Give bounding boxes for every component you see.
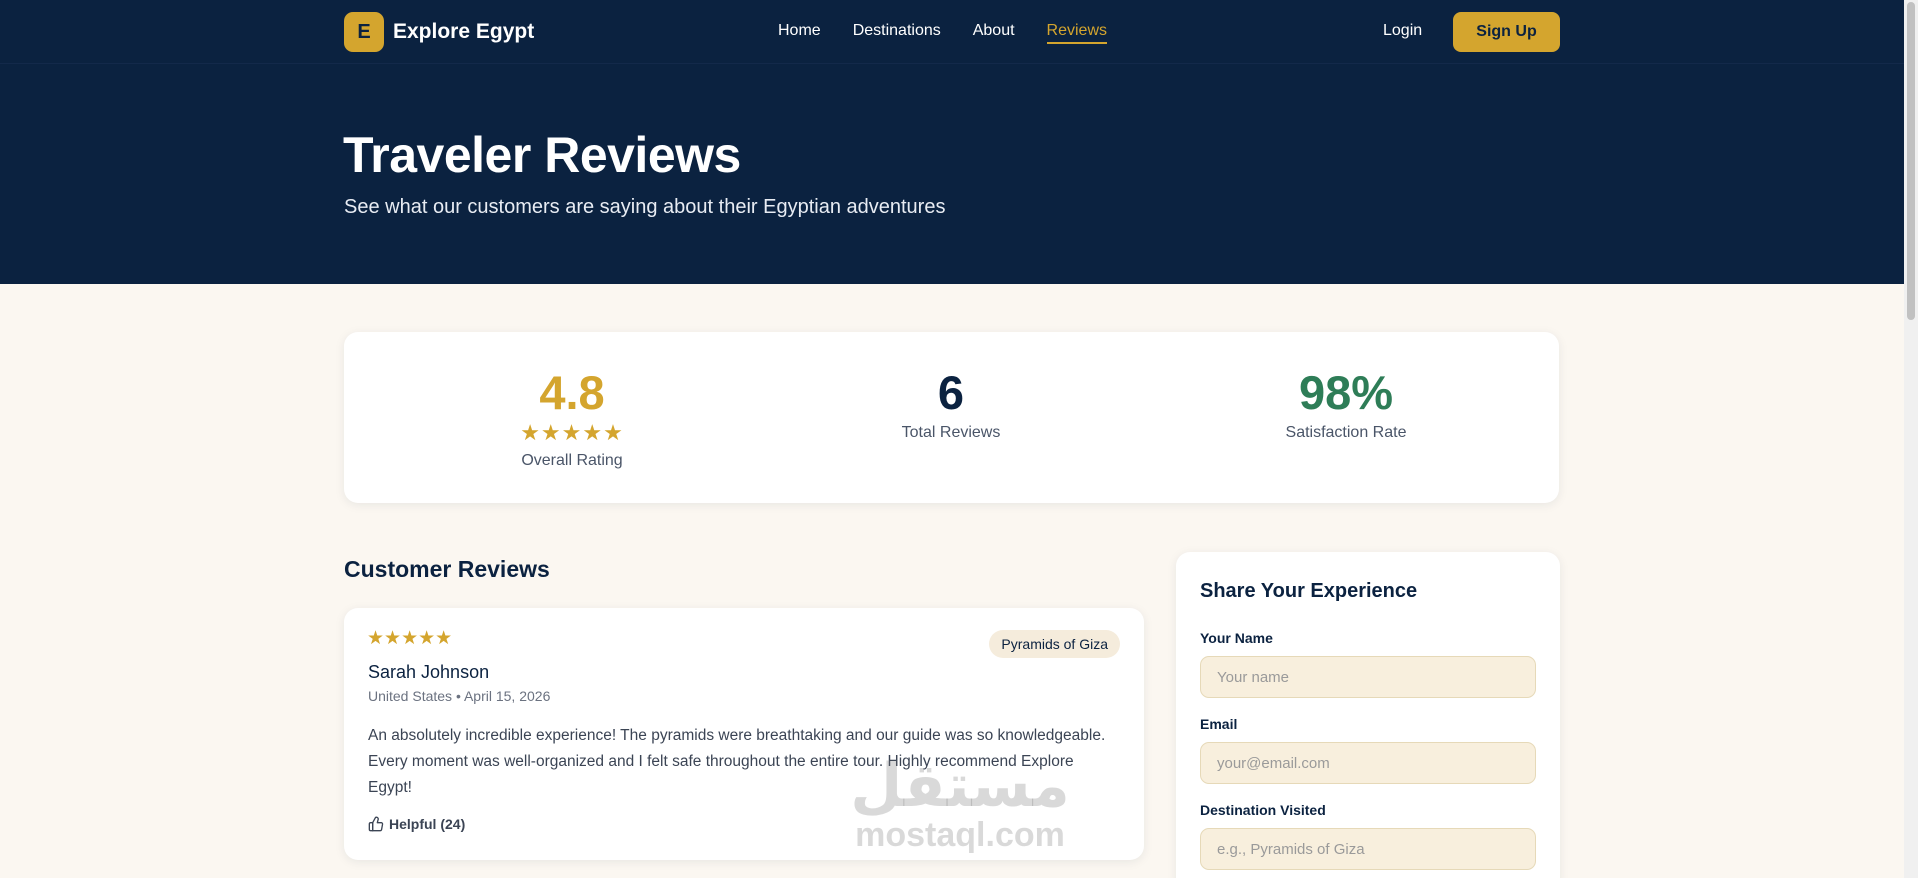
rating-label: Overall Rating [521,452,623,469]
reviewer-meta: United States • April 15, 2026 [368,688,551,704]
stat-overall-rating: 4.8 ★★★★★ Overall Rating [442,369,702,470]
form-title: Share Your Experience [1200,580,1418,602]
email-input[interactable] [1200,742,1536,784]
destination-input[interactable] [1200,828,1536,870]
email-label: Email [1200,716,1238,732]
rating-value: 4.8 [539,366,605,419]
hero-banner: Traveler Reviews See what our customers … [0,64,1904,284]
name-label: Your Name [1200,630,1273,646]
reviewer-name: Sarah Johnson [368,662,490,682]
satisfaction-value: 98% [1298,366,1394,419]
nav-link-home[interactable]: Home [778,22,821,44]
rating-stars-icon: ★★★★★ [520,420,624,445]
review-stars-icon: ★★★★★ [367,628,453,649]
nav-link-destinations[interactable]: Destinations [853,22,941,44]
destination-label: Destination Visited [1200,802,1326,818]
nav-links: Home Destinations About Reviews [778,22,1108,44]
total-reviews-value: 6 [937,366,965,419]
review-text: An absolutely incredible experience! The… [368,727,1106,796]
stats-card: 4.8 ★★★★★ Overall Rating 6 Total Reviews… [344,332,1559,503]
brand-name: Explore Egypt [393,20,535,43]
page-title: Traveler Reviews [343,127,741,183]
stat-satisfaction: 98% Satisfaction Rate [1216,369,1476,442]
signup-button[interactable]: Sign Up [1453,12,1560,52]
page-subtitle: See what our customers are saying about … [344,196,946,218]
name-input[interactable] [1200,656,1536,698]
destination-tag: Pyramids of Giza [989,630,1120,658]
total-reviews-label: Total Reviews [901,424,1001,441]
helpful-label: Helpful (24) [389,816,466,832]
helpful-button[interactable]: Helpful (24) [368,816,465,832]
logo-badge: E [344,12,384,52]
top-navbar: E Explore Egypt Home Destinations About … [0,0,1904,64]
share-experience-form: Share Your Experience Your Name Email De… [1176,552,1560,878]
nav-link-about[interactable]: About [973,22,1015,44]
customer-reviews-heading: Customer Reviews [344,556,550,582]
page-scrollbar[interactable] [1904,0,1918,878]
thumbs-up-icon [368,816,384,832]
satisfaction-label: Satisfaction Rate [1285,424,1407,441]
nav-link-reviews[interactable]: Reviews [1046,22,1108,44]
scrollbar-thumb[interactable] [1907,2,1915,320]
login-link[interactable]: Login [1383,22,1422,40]
review-card: ★★★★★ Pyramids of Giza Sarah Johnson Uni… [344,608,1144,860]
brand-logo-link[interactable]: E Explore Egypt [344,12,534,52]
stat-total-reviews: 6 Total Reviews [821,369,1081,442]
